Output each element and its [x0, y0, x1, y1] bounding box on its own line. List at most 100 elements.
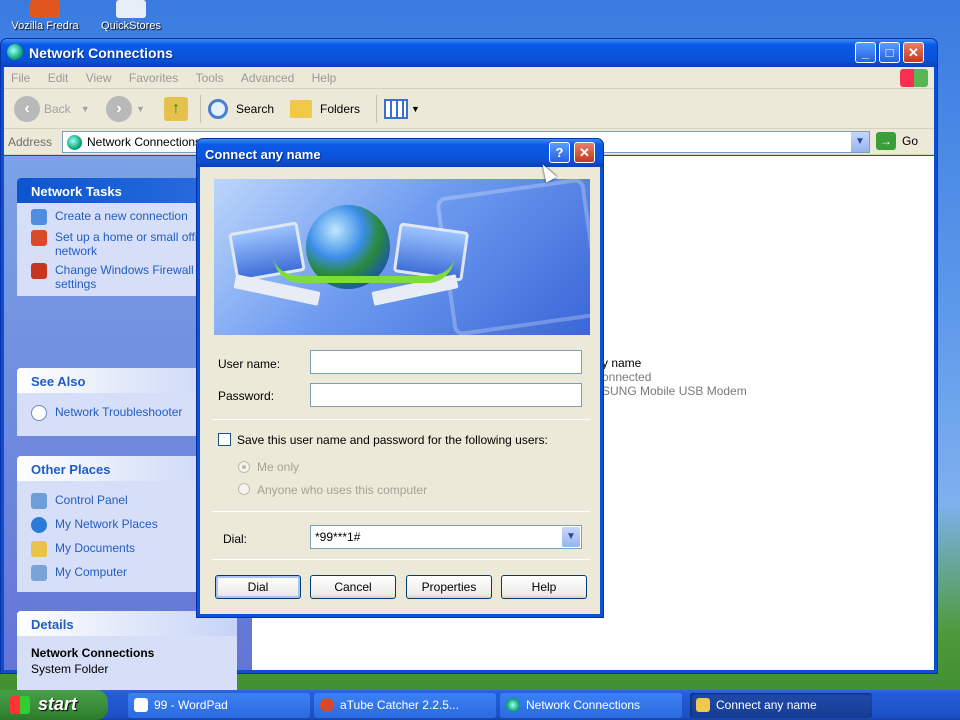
forward-button[interactable]: › ▼: [106, 95, 145, 123]
task-label: 99 - WordPad: [154, 698, 228, 712]
menu-edit[interactable]: Edit: [41, 67, 76, 89]
dial-number-combo[interactable]: *99***1# ▼: [310, 525, 582, 549]
address-value: Network Connections: [87, 135, 202, 149]
folder-icon: [290, 100, 312, 118]
back-button[interactable]: ‹ Back ▼: [14, 95, 90, 123]
network-globe-icon: [506, 698, 520, 712]
windows-logo-icon: [900, 69, 928, 87]
up-arrow-icon: ↑: [164, 97, 188, 121]
details-name: Network Connections: [31, 646, 155, 660]
task-label: Network Connections: [526, 698, 641, 712]
menu-tools[interactable]: Tools: [189, 67, 231, 89]
folders-label: Folders: [320, 102, 361, 116]
up-folder-button[interactable]: ↑: [164, 95, 188, 123]
menu-view[interactable]: View: [79, 67, 119, 89]
menu-advanced[interactable]: Advanced: [234, 67, 301, 89]
network-globe-icon: [67, 135, 82, 150]
new-connection-icon: [31, 209, 47, 225]
toolbar: ‹ Back ▼ › ▼ ↑ Search Folders ▼: [4, 89, 934, 129]
me-only-radio[interactable]: [238, 461, 250, 473]
dialog-close-button[interactable]: ✕: [574, 142, 595, 163]
chevron-down-icon: ▼: [80, 104, 90, 114]
task-label: Connect any name: [716, 698, 817, 712]
window-titlebar[interactable]: Network Connections _ □ ✕: [1, 39, 937, 67]
desktop-icon-label: Vozilla Fredra: [11, 20, 79, 32]
details-type: System Folder: [31, 662, 109, 676]
desktop-icon-2[interactable]: QuickStores: [86, 0, 176, 32]
my-documents-icon: [31, 541, 47, 557]
menu-file[interactable]: File: [4, 67, 37, 89]
username-label: User name:: [218, 357, 281, 371]
back-arrow-icon: ‹: [14, 96, 40, 122]
save-credentials-label: Save this user name and password for the…: [237, 433, 548, 447]
task-label: aTube Catcher 2.2.5...: [340, 698, 459, 712]
dialup-banner-image: [214, 179, 590, 335]
connection-item[interactable]: y name onnected SUNG Mobile USB Modem: [602, 356, 747, 398]
close-button[interactable]: ✕: [903, 42, 924, 63]
chevron-down-icon: ▼: [411, 104, 420, 114]
views-button[interactable]: ▼: [384, 95, 420, 123]
dialog-titlebar[interactable]: Connect any name ? ✕: [197, 139, 603, 167]
control-panel-icon: [31, 493, 47, 509]
place-label: My Documents: [55, 541, 136, 555]
toolbar-separator: [200, 95, 201, 123]
save-credentials-checkbox[interactable]: [218, 433, 231, 446]
help-question-button[interactable]: ?: [549, 142, 570, 163]
back-label: Back: [44, 102, 71, 116]
details-panel: Details Network Connections System Folde…: [17, 611, 237, 691]
menu-help[interactable]: Help: [305, 67, 344, 89]
window-title: Network Connections: [29, 45, 173, 61]
connection-name: y name: [602, 356, 642, 370]
taskbar-item-network-connections[interactable]: Network Connections: [500, 693, 682, 718]
dial-number-value: *99***1#: [315, 530, 361, 544]
go-button[interactable]: → Go: [876, 132, 918, 150]
cancel-button[interactable]: Cancel: [310, 575, 396, 599]
windows-flag-icon: [10, 696, 30, 714]
properties-button[interactable]: Properties: [406, 575, 492, 599]
network-places-icon: [31, 517, 47, 533]
connection-status: onnected: [602, 370, 652, 384]
dial-button[interactable]: Dial: [215, 575, 301, 599]
shortcut-icon: [116, 0, 146, 18]
taskbar-item-connect-dialog[interactable]: Connect any name: [690, 693, 872, 718]
username-input[interactable]: [310, 350, 582, 374]
search-icon: [208, 99, 228, 119]
connection-device: SUNG Mobile USB Modem: [602, 384, 747, 398]
folders-button[interactable]: Folders: [290, 95, 360, 123]
maximize-button[interactable]: □: [879, 42, 900, 63]
minimize-button[interactable]: _: [855, 42, 876, 63]
place-label: Control Panel: [55, 493, 128, 507]
place-label: My Network Places: [55, 517, 158, 531]
home-network-icon: [31, 230, 47, 246]
address-label: Address: [8, 135, 53, 149]
menu-favorites[interactable]: Favorites: [122, 67, 185, 89]
me-only-label: Me only: [257, 460, 300, 474]
password-label: Password:: [218, 389, 275, 403]
chevron-down-icon: ▼: [136, 104, 145, 114]
taskbar-item-wordpad[interactable]: 99 - WordPad: [128, 693, 310, 718]
anyone-radio[interactable]: [238, 483, 250, 495]
menu-bar: File Edit View Favorites Tools Advanced …: [4, 67, 934, 89]
task-label: Create a new connection: [55, 209, 188, 223]
dialog-separator: [212, 559, 590, 560]
search-button[interactable]: Search: [208, 95, 274, 123]
dialog-separator: [212, 511, 590, 512]
chevron-down-icon[interactable]: ▼: [562, 527, 580, 547]
info-icon: [31, 405, 47, 421]
go-label: Go: [902, 134, 919, 148]
my-computer-icon: [31, 565, 47, 581]
taskbar-item-atube[interactable]: aTube Catcher 2.2.5...: [314, 693, 496, 718]
start-button[interactable]: start: [0, 690, 108, 720]
connection-swoosh: [274, 257, 454, 283]
connect-dialog: Connect any name ? ✕ User name: Password…: [196, 138, 604, 618]
dialog-body: User name: Password: Save this user name…: [200, 167, 600, 614]
desktop-icon-1[interactable]: Vozilla Fredra: [0, 0, 90, 32]
desktop-icon-label: QuickStores: [101, 20, 161, 32]
search-label: Search: [236, 102, 275, 116]
chevron-down-icon[interactable]: ▼: [851, 132, 869, 152]
help-button[interactable]: Help: [501, 575, 587, 599]
network-globe-icon: [7, 44, 23, 60]
app-icon: [30, 0, 60, 18]
see-also-label: Network Troubleshooter: [55, 405, 183, 419]
password-input[interactable]: [310, 383, 582, 407]
